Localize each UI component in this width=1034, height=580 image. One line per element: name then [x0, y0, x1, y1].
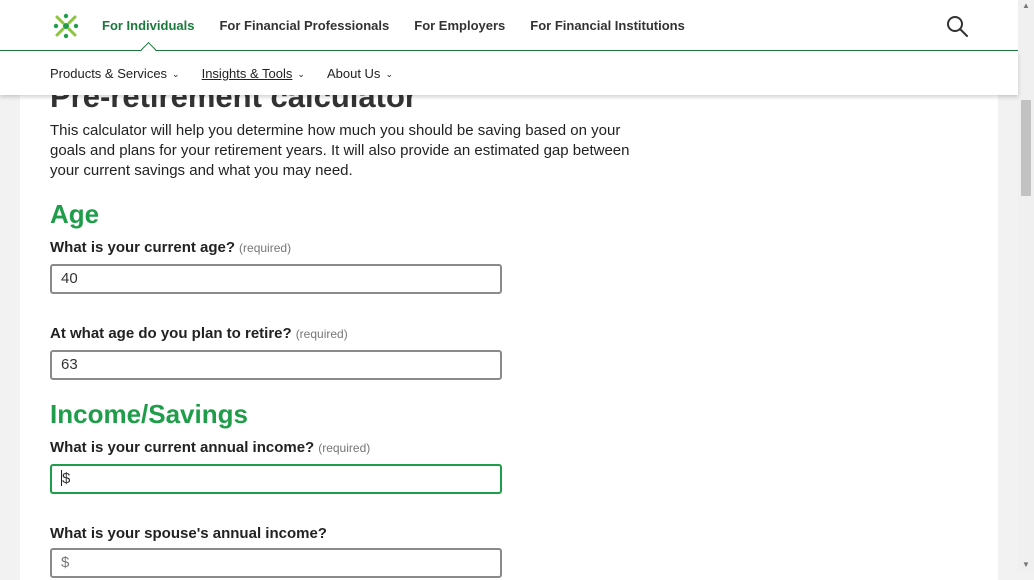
annual-income-value: $ [62, 470, 71, 487]
section-nav: Products & Services ⌄ Insights & Tools ⌄ A… [50, 51, 415, 98]
annual-income-label: What is your current annual income? (requ… [50, 439, 371, 456]
chevron-down-icon: ⌄ [385, 69, 393, 79]
nav-for-financial-professionals[interactable]: For Financial Professionals [219, 0, 389, 50]
current-age-label: What is your current age? (required) [50, 239, 292, 256]
chevron-down-icon: ⌄ [297, 69, 305, 79]
section-heading-income: Income/Savings [50, 399, 248, 429]
annual-income-input[interactable]: $ [50, 464, 502, 494]
intro-text: This calculator will help you determine … [50, 122, 630, 179]
audience-nav: For Individuals For Financial Profession… [102, 0, 710, 58]
required-hint: (required) [318, 441, 371, 455]
brand-logo-icon[interactable] [50, 10, 82, 42]
scrollbar-thumb[interactable] [1021, 100, 1031, 196]
page-scrollbar[interactable]: ▲ ▼ [1018, 0, 1034, 571]
section-heading-age: Age [50, 199, 100, 229]
nav-for-individuals[interactable]: For Individuals [102, 0, 194, 58]
required-hint: (required) [239, 241, 292, 255]
nav-products-services[interactable]: Products & Services ⌄ [50, 51, 180, 98]
scroll-down-icon[interactable]: ▼ [1022, 561, 1030, 569]
retire-age-label: At what age do you plan to retire? (requi… [50, 325, 348, 342]
nav-for-financial-institutions[interactable]: For Financial Institutions [530, 0, 685, 50]
nav-about-us[interactable]: About Us ⌄ [327, 51, 393, 98]
nav-for-employers[interactable]: For Employers [414, 0, 505, 50]
top-header: For Individuals For Financial Profession… [0, 0, 1018, 58]
spouse-income-label: What is your spouse's annual income? [50, 525, 327, 542]
retire-age-input[interactable]: 63 [50, 350, 502, 380]
search-icon[interactable] [946, 15, 968, 37]
current-age-input[interactable]: 40 [50, 264, 502, 294]
spouse-income-input[interactable]: $ [50, 548, 502, 578]
scroll-up-icon[interactable]: ▲ [1022, 2, 1030, 10]
sub-navigation: Products & Services ⌄ Insights & Tools ⌄ A… [0, 51, 1018, 95]
required-hint: (required) [295, 327, 348, 341]
chevron-down-icon: ⌄ [172, 69, 180, 79]
nav-insights-tools[interactable]: Insights & Tools ⌄ [202, 51, 305, 98]
